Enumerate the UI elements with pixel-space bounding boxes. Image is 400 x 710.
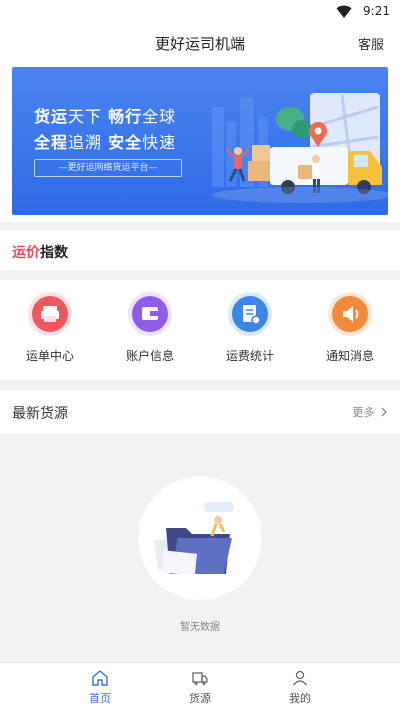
wallet-icon: [132, 296, 168, 332]
price-index-section[interactable]: 运价指数: [0, 230, 400, 270]
banner-headline-2: 全程追溯 安全快速: [34, 133, 177, 152]
banner-headline-1: 货运天下 畅行全球: [34, 107, 177, 126]
tab-label: 首页: [89, 692, 111, 705]
menu-item-freight-stats[interactable]: 运费统计: [200, 296, 300, 364]
tab-mine[interactable]: 我的: [270, 669, 330, 706]
menu-label: 运费统计: [225, 349, 274, 363]
quick-menu: 运单中心 账户信息 运费统计 通知消息: [0, 280, 400, 380]
banner-carousel[interactable]: 货运天下 畅行全球 全程追溯 安全快速 —更好运网络货运平台—: [12, 67, 388, 215]
tab-label: 我的: [289, 692, 311, 705]
tab-cargo[interactable]: 货源: [170, 669, 230, 706]
empty-text: 暂无数据: [180, 622, 220, 633]
printer-icon: [32, 296, 68, 332]
chevron-right-icon: [381, 407, 387, 417]
tab-home[interactable]: 首页: [70, 669, 130, 706]
menu-item-waybill-center[interactable]: 运单中心: [0, 296, 100, 364]
bottom-tab-bar: 首页 货源 我的: [0, 662, 400, 710]
tab-label: 货源: [189, 692, 211, 705]
menu-label: 账户信息: [125, 349, 174, 363]
price-index-title: 运价指数: [12, 245, 68, 261]
page-title: 更好运司机端: [154, 35, 245, 53]
empty-state: 暂无数据: [0, 434, 400, 662]
menu-label: 通知消息: [325, 349, 374, 363]
customer-service-button[interactable]: 客服: [358, 34, 384, 53]
speaker-icon: [332, 296, 368, 332]
menu-label: 运单中心: [25, 349, 74, 363]
menu-item-notifications[interactable]: 通知消息: [300, 296, 400, 364]
menu-item-account-info[interactable]: 账户信息: [100, 296, 200, 364]
status-bar: 9:21: [0, 0, 400, 24]
truck-icon: [192, 672, 208, 685]
status-time: 9:21: [363, 4, 390, 18]
empty-illustration: [138, 476, 262, 600]
banner-section: 货运天下 畅行全球 全程追溯 安全快速 —更好运网络货运平台—: [0, 64, 400, 222]
user-icon: [292, 670, 308, 686]
latest-cargo-header: 最新货源 更多: [0, 390, 400, 434]
document-icon: [232, 296, 268, 332]
banner-slogan: —更好运网络货运平台—: [34, 159, 182, 177]
wifi-icon: [336, 5, 352, 18]
app-header: 更好运司机端 客服: [0, 24, 400, 64]
section-title: 最新货源: [12, 406, 68, 422]
more-link[interactable]: 更多: [353, 404, 389, 420]
home-icon: [92, 670, 108, 686]
folder-illustration: [154, 502, 234, 576]
